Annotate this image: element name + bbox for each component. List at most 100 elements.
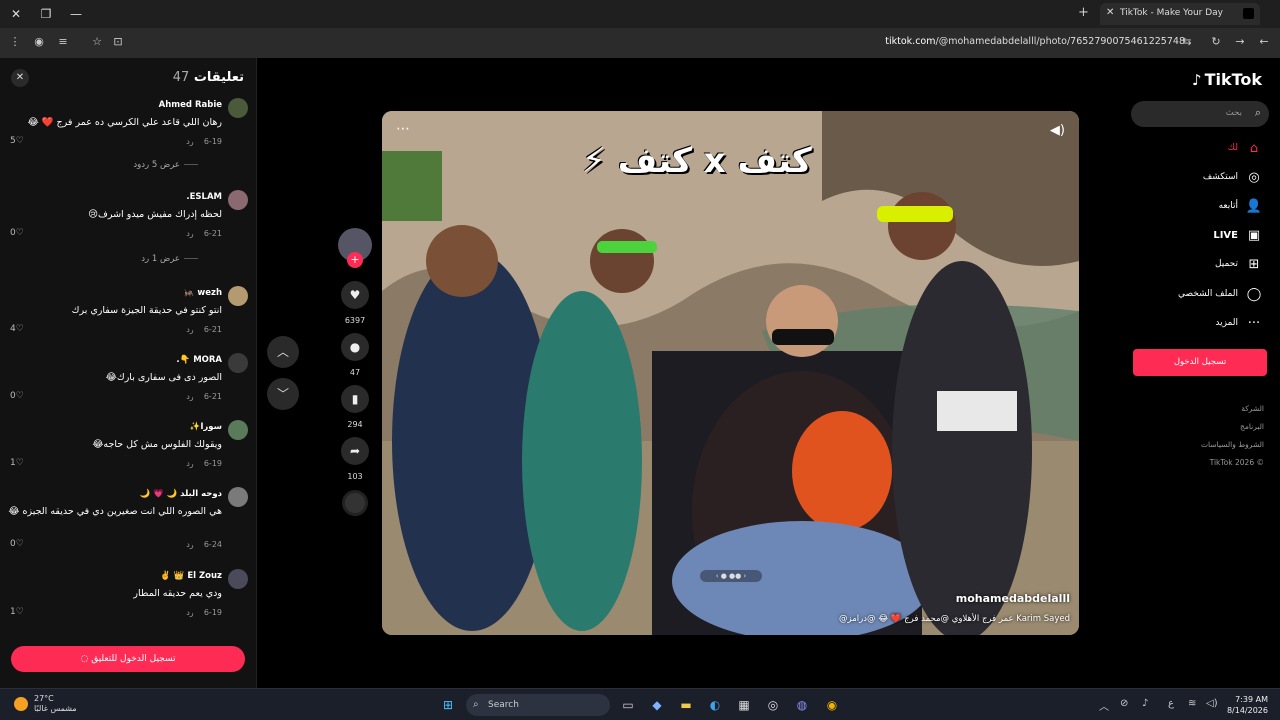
nav-live[interactable]: LIVE ▣: [1150, 225, 1268, 247]
comment-like-button[interactable]: 0♡: [10, 391, 24, 401]
footer-company-link[interactable]: الشركة: [1241, 404, 1264, 413]
comment-like-button[interactable]: 0♡: [10, 539, 24, 549]
start-windows-icon[interactable]: ⊞: [438, 695, 458, 715]
comment-username[interactable]: El Zouz 👑 ✌️: [160, 571, 222, 581]
tiktok-logo[interactable]: ♪ TikTok: [1192, 70, 1262, 89]
share-button[interactable]: ➦: [341, 437, 369, 465]
reply-button[interactable]: رد: [186, 325, 193, 334]
taskbar-search-label: Search: [488, 700, 519, 710]
reply-button[interactable]: رد: [186, 459, 193, 468]
comment-username[interactable]: MORA 👇.: [176, 355, 222, 365]
sound-icon[interactable]: ◀): [1050, 123, 1065, 138]
nav-upload[interactable]: تحميل ⊞: [1150, 254, 1268, 276]
nav-explore[interactable]: استكشف ◎: [1150, 167, 1268, 189]
new-tab-button[interactable]: +: [1078, 5, 1089, 20]
wifi-icon[interactable]: ≋: [1188, 698, 1196, 709]
comment-item: MORA 👇. الصور دى فى سفارى بارك😂 6-21 رد …: [8, 353, 248, 403]
footer-program-link[interactable]: البرنامج: [1240, 422, 1264, 431]
post-author-username[interactable]: mohamedabdelalll: [956, 592, 1070, 605]
copilot-icon[interactable]: ◆: [647, 695, 667, 715]
comment-username[interactable]: Ahmed Rabie: [159, 100, 222, 110]
music-disc-icon[interactable]: [342, 490, 368, 516]
microphone-icon[interactable]: ♪: [1142, 698, 1148, 709]
login-to-comment-label: تسجيل الدخول للتعليق: [91, 654, 176, 664]
view-replies-button[interactable]: عرض 5 ردود: [133, 160, 198, 170]
avatar[interactable]: [228, 487, 248, 507]
tab-close-icon[interactable]: ✕: [1106, 7, 1114, 18]
comment-like-button[interactable]: 4♡: [10, 324, 24, 334]
comment-item: Ahmed Rabie رهان اللي قاعد علي الكرسي ده…: [8, 98, 248, 178]
discord-icon[interactable]: ◍: [792, 695, 812, 715]
nav-following[interactable]: أتابعه 👤: [1150, 196, 1268, 218]
post-photo[interactable]: ⋯ ◀) كتف x كتف ⚡ ‹ ● ●● › mohamedabdelal…: [382, 111, 1079, 635]
system-clock[interactable]: 7:39 AM 8/14/2026: [1227, 694, 1268, 716]
avatar[interactable]: [228, 286, 248, 306]
photo-pagination-dots[interactable]: ‹ ● ●● ›: [700, 570, 762, 582]
install-app-icon[interactable]: ⇆: [1180, 35, 1194, 49]
reply-button[interactable]: رد: [186, 608, 193, 617]
comment-username[interactable]: سورا✨: [190, 422, 222, 432]
share-arrow-icon: ➦: [349, 444, 361, 458]
view-replies-button[interactable]: عرض 1 رد: [141, 254, 198, 264]
avatar[interactable]: [228, 420, 248, 440]
reply-button[interactable]: رد: [186, 137, 193, 146]
comment-like-button[interactable]: 1♡: [10, 607, 24, 617]
tray-chevron-icon[interactable]: ︿: [1099, 698, 1109, 713]
avatar[interactable]: [228, 98, 248, 118]
nav-for-you[interactable]: لك ⌂: [1150, 138, 1268, 160]
file-explorer-icon[interactable]: ▬: [676, 695, 696, 715]
network-icon[interactable]: ⊘: [1120, 698, 1128, 709]
translate-icon[interactable]: ⊡: [111, 35, 125, 49]
comment-button[interactable]: ●: [341, 333, 369, 361]
minimize-window-icon[interactable]: —: [68, 6, 84, 22]
search-input[interactable]: بحث ⌕: [1131, 101, 1269, 127]
avatar[interactable]: [228, 353, 248, 373]
close-window-icon[interactable]: ✕: [8, 6, 24, 22]
footer-terms-link[interactable]: الشروط والسياسات: [1201, 440, 1264, 449]
input-language-icon[interactable]: ع: [1168, 698, 1174, 709]
login-button[interactable]: تسجيل الدخول: [1133, 349, 1267, 376]
restore-window-icon[interactable]: ❐: [38, 6, 54, 22]
reply-button[interactable]: رد: [186, 540, 193, 549]
browser-tab[interactable]: ✕ TikTok - Make Your Day: [1100, 3, 1260, 25]
bookmark-star-icon[interactable]: ☆: [90, 35, 104, 49]
address-bar[interactable]: tiktok.com/@mohamedabdelalll/photo/76527…: [885, 36, 1185, 47]
weather-widget[interactable]: 27°C مشمس غالبًا: [14, 694, 77, 714]
nav-more[interactable]: المزيد ···: [1150, 313, 1268, 335]
reply-button[interactable]: رد: [186, 392, 193, 401]
comment-like-button[interactable]: 1♡: [10, 458, 24, 468]
chrome-icon[interactable]: ◉: [822, 695, 842, 715]
reader-mode-icon[interactable]: ≡: [56, 35, 70, 49]
follow-button[interactable]: +: [347, 252, 363, 268]
login-to-comment-button[interactable]: ◌ تسجيل الدخول للتعليق: [11, 646, 245, 672]
close-comments-button[interactable]: ✕: [11, 69, 29, 87]
back-icon[interactable]: ←: [1257, 35, 1271, 49]
volume-icon[interactable]: ◁): [1206, 698, 1218, 709]
edge-browser-icon[interactable]: ◐: [705, 695, 725, 715]
comment-like-button[interactable]: 0♡: [10, 228, 24, 238]
like-button[interactable]: ♥: [341, 281, 369, 309]
comment-like-button[interactable]: 5♡: [10, 136, 24, 146]
nav-profile[interactable]: الملف الشخصي ◯: [1150, 284, 1268, 306]
menu-dots-icon[interactable]: ⋮: [8, 35, 22, 49]
comment-item: سورا✨ ويقولك الفلوس مش كل حاجه😂 6-19 رد …: [8, 420, 248, 470]
taskbar-search[interactable]: ⌕ Search: [466, 694, 610, 716]
comment-date: 6-21: [203, 325, 222, 334]
save-button[interactable]: ▮: [341, 385, 369, 413]
forward-icon[interactable]: →: [1233, 35, 1247, 49]
comment-username[interactable]: wezh 🦗: [184, 288, 222, 298]
store-icon[interactable]: ▦: [734, 695, 754, 715]
comment-username[interactable]: ESLAM.: [186, 192, 222, 202]
reload-icon[interactable]: ↻: [1209, 35, 1223, 49]
github-icon[interactable]: ◎: [763, 695, 783, 715]
previous-post-button[interactable]: ︿: [267, 336, 299, 368]
more-options-icon[interactable]: ⋯: [396, 121, 410, 137]
comment-username[interactable]: دوحه البلد 🌙 💗 🌙: [140, 489, 222, 499]
reply-button[interactable]: رد: [186, 229, 193, 238]
heart-icon: ♡: [15, 607, 24, 617]
avatar[interactable]: [228, 190, 248, 210]
profile-icon[interactable]: ◉: [32, 35, 46, 49]
next-post-button[interactable]: ﹀: [267, 378, 299, 410]
avatar[interactable]: [228, 569, 248, 589]
task-view-icon[interactable]: ▭: [618, 695, 638, 715]
